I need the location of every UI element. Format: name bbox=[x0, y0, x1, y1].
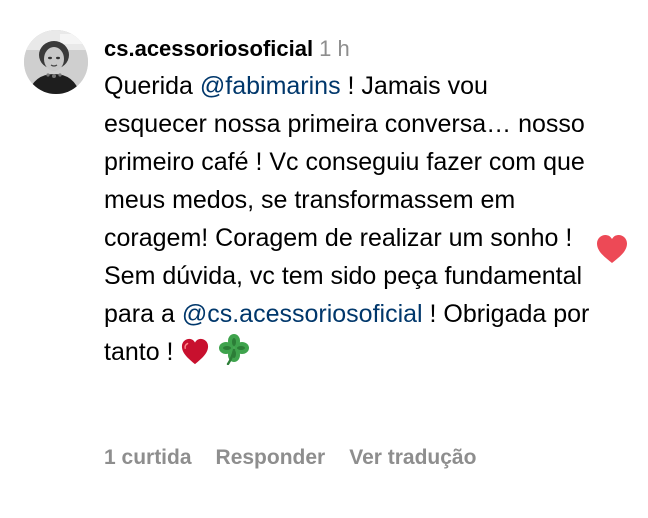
comment-text-part: ! Jamais vou esquecer nossa primeira con… bbox=[104, 72, 585, 328]
comment-body: cs.acessoriosoficial 1 h Querida @fabimar… bbox=[104, 33, 594, 376]
comment: cs.acessoriosoficial 1 h Querida @fabimar… bbox=[0, 0, 648, 518]
timestamp: 1 h bbox=[319, 36, 350, 61]
heart-emoji bbox=[180, 337, 210, 376]
comment-header: cs.acessoriosoficial 1 h bbox=[104, 33, 594, 65]
four-leaf-clover-emoji bbox=[217, 333, 251, 376]
comment-text: Querida @fabimarins ! Jamais vou esquece… bbox=[104, 67, 594, 376]
likes-count-link[interactable]: 1 curtida bbox=[104, 446, 192, 469]
like-heart-icon[interactable] bbox=[595, 233, 629, 265]
avatar[interactable] bbox=[24, 30, 88, 94]
mention-link[interactable]: @fabimarins bbox=[200, 72, 341, 100]
reply-button[interactable]: Responder bbox=[216, 446, 326, 469]
translate-button[interactable]: Ver tradução bbox=[349, 446, 476, 469]
comment-actions: 1 curtida Responder Ver tradução bbox=[104, 446, 476, 470]
username[interactable]: cs.acessoriosoficial bbox=[104, 36, 313, 61]
comment-text-part: Querida bbox=[104, 72, 200, 100]
mention-link[interactable]: @cs.acessoriosoficial bbox=[182, 300, 423, 328]
